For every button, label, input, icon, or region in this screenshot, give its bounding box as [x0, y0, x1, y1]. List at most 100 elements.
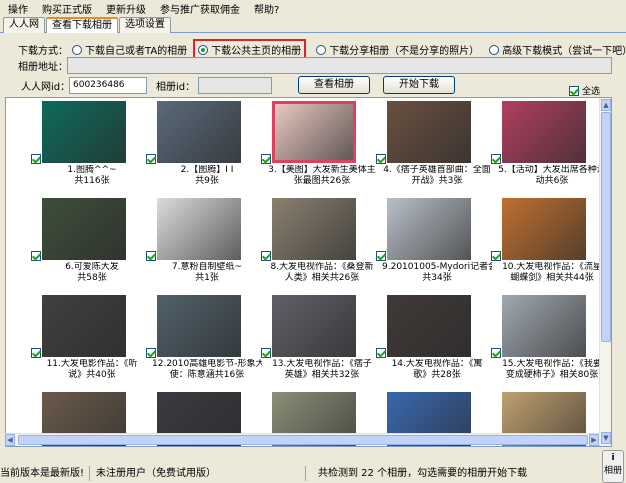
album-thumbnail[interactable]	[157, 198, 241, 260]
scroll-up-arrow-icon[interactable]: ▲	[601, 99, 611, 111]
album-item[interactable]: 14.大发电视作品：《寓 歌》共28张	[376, 293, 493, 393]
album-caption: 12.2010高雄电影节-形象大 使：陈意涵共16张	[152, 359, 262, 381]
album-title: 11.大发电影作品：《听	[46, 359, 138, 369]
status-summary: 共检测到 22 个相册，勾选需要的相册开始下载	[318, 468, 528, 479]
album-title: 6.可爱陈大发	[65, 262, 119, 272]
album-thumbnail[interactable]	[157, 101, 241, 163]
album-count: 歌》共28张	[413, 370, 461, 380]
menu-operate[interactable]: 操作	[8, 1, 28, 16]
album-id-label: 相册id：	[156, 81, 196, 93]
hscrollbar-thumb[interactable]	[18, 435, 588, 445]
album-checkbox[interactable]	[31, 251, 41, 261]
album-item[interactable]: 3.【美图】大发新生美体主 张最图共26张	[261, 99, 378, 199]
album-checkbox[interactable]	[31, 348, 41, 358]
album-checkbox[interactable]	[261, 154, 271, 164]
album-item[interactable]: 13.大发电视作品：《痞子 英雄》相关共32张	[261, 293, 378, 393]
select-all-checkbox[interactable]	[569, 85, 579, 96]
album-item[interactable]: 11.大发电影作品：《听 说》共40张	[31, 293, 148, 393]
scrollbar-thumb[interactable]	[601, 112, 611, 342]
side-info-button[interactable]: i 相册	[602, 450, 624, 483]
tab-renren[interactable]: 人人网	[3, 17, 45, 33]
album-count: 使：陈意涵共16张	[169, 370, 245, 380]
album-thumbnail[interactable]	[42, 198, 126, 260]
album-count: 共58张	[77, 273, 107, 283]
album-checkbox[interactable]	[146, 251, 156, 261]
album-checkbox[interactable]	[261, 348, 271, 358]
album-checkbox[interactable]	[376, 348, 386, 358]
album-title: 7.意粉自制壁纸~	[171, 262, 243, 272]
view-album-button[interactable]: 查看相册	[298, 76, 370, 94]
radio-selected-icon	[198, 44, 209, 55]
album-item[interactable]: 2.【图腾】I I 共9张	[146, 99, 263, 199]
album-thumbnail[interactable]	[502, 101, 586, 163]
scroll-down-arrow-icon[interactable]: ▼	[601, 432, 611, 444]
album-item[interactable]: 7.意粉自制壁纸~ 共1张	[146, 196, 263, 296]
album-checkbox[interactable]	[146, 154, 156, 164]
album-item[interactable]: 12.2010高雄电影节-形象大 使：陈意涵共16张	[146, 293, 263, 393]
album-item[interactable]: 4.《痞子英雄首部曲：全面 开战》共3张	[376, 99, 493, 199]
album-checkbox[interactable]	[261, 251, 271, 261]
album-count: 共34张	[422, 273, 452, 283]
album-caption: 4.《痞子英雄首部曲：全面 开战》共3张	[382, 165, 492, 187]
album-thumbnail[interactable]	[42, 295, 126, 357]
album-title: 3.【美图】大发新生美体主	[268, 165, 376, 175]
album-thumbnail[interactable]	[272, 295, 356, 357]
album-checkbox[interactable]	[376, 251, 386, 261]
album-thumbnail[interactable]	[157, 295, 241, 357]
album-item[interactable]: 8.大发电视作品：《桑登新 人类》相关共26张	[261, 196, 378, 296]
select-all-label: 全选	[582, 87, 601, 97]
album-checkbox[interactable]	[31, 154, 41, 164]
renren-id-input[interactable]: 600236486	[69, 76, 147, 94]
tab-view-download[interactable]: 查看下载相册	[46, 17, 118, 34]
menu-buy[interactable]: 购买正式版	[42, 1, 92, 16]
album-thumbnail[interactable]	[272, 101, 356, 163]
album-caption: 15.大发电视作品：《我要 变成硬柿子》相关80张	[497, 359, 607, 381]
status-version: 当前版本是最新版!	[0, 466, 90, 481]
album-thumbnail[interactable]	[387, 295, 471, 357]
album-item[interactable]: 6.可爱陈大发 共58张	[31, 196, 148, 296]
horizontal-scrollbar[interactable]: ◀ ▶	[5, 433, 600, 446]
album-caption: 11.大发电影作品：《听 说》共40张	[37, 359, 147, 381]
album-item[interactable]: 15.大发电视作品：《我要 变成硬柿子》相关80张	[491, 293, 608, 393]
menu-update[interactable]: 更新升级	[106, 1, 146, 16]
album-count: 英雄》相关共32张	[284, 370, 360, 380]
info-icon: i	[611, 453, 615, 463]
start-download-button[interactable]: 开始下载	[383, 76, 455, 94]
album-checkbox[interactable]	[491, 348, 501, 358]
album-id-input[interactable]	[198, 76, 272, 94]
album-thumbnail[interactable]	[272, 198, 356, 260]
renren-id-label: 人人网id：	[21, 81, 71, 93]
scroll-right-arrow-icon[interactable]: ▶	[589, 434, 599, 446]
album-checkbox[interactable]	[376, 154, 386, 164]
album-url-label: 相册地址：	[18, 62, 68, 73]
tab-settings[interactable]: 选项设置	[119, 17, 171, 33]
status-user: 未注册用户（免费试用版）	[90, 466, 306, 481]
vertical-scrollbar[interactable]: ▲ ▼	[599, 98, 611, 446]
album-checkbox[interactable]	[146, 348, 156, 358]
album-title: 13.大发电视作品：《痞子	[272, 359, 372, 369]
menu-help[interactable]: 帮助?	[254, 1, 279, 16]
album-item[interactable]: 9.20101005-Mydori记者会~共34张	[376, 196, 493, 296]
album-title: 12.2010高雄电影节-形象大	[152, 359, 262, 369]
album-url-input[interactable]	[67, 57, 612, 74]
album-thumbnail[interactable]	[387, 101, 471, 163]
app-window: 操作 购买正式版 更新升级 参与推广获取佣金 帮助? 人人网 查看下载相册 选项…	[0, 0, 626, 483]
album-caption: 13.大发电视作品：《痞子 英雄》相关共32张	[267, 359, 377, 381]
album-thumbnail[interactable]	[502, 198, 586, 260]
album-item[interactable]: 1.图腾^^~ 共116张	[31, 99, 148, 199]
scroll-left-arrow-icon[interactable]: ◀	[5, 434, 15, 446]
option-own-album[interactable]: 下载自己或者TA的相册	[72, 42, 187, 57]
menu-promote[interactable]: 参与推广获取佣金	[160, 1, 240, 16]
select-all-row[interactable]: 全选	[569, 84, 600, 97]
album-item[interactable]: 5.【活动】大发出席各种活 动共6张	[491, 99, 608, 199]
album-item[interactable]: 10.大发电视作品：《流星 蝴蝶剑》相关共44张	[491, 196, 608, 296]
option-advanced-mode[interactable]: 高级下载模式（尝试一下吧）	[489, 42, 626, 57]
option-shared-album[interactable]: 下载分享相册（不是分享的照片）	[316, 42, 479, 57]
album-thumbnail[interactable]	[502, 295, 586, 357]
album-title: 14.大发电视作品：《寓	[391, 359, 483, 369]
album-checkbox[interactable]	[491, 251, 501, 261]
album-thumbnail[interactable]	[387, 198, 471, 260]
album-title: 8.大发电视作品：《桑登新	[270, 262, 374, 272]
album-thumbnail[interactable]	[42, 101, 126, 163]
album-checkbox[interactable]	[491, 154, 501, 164]
